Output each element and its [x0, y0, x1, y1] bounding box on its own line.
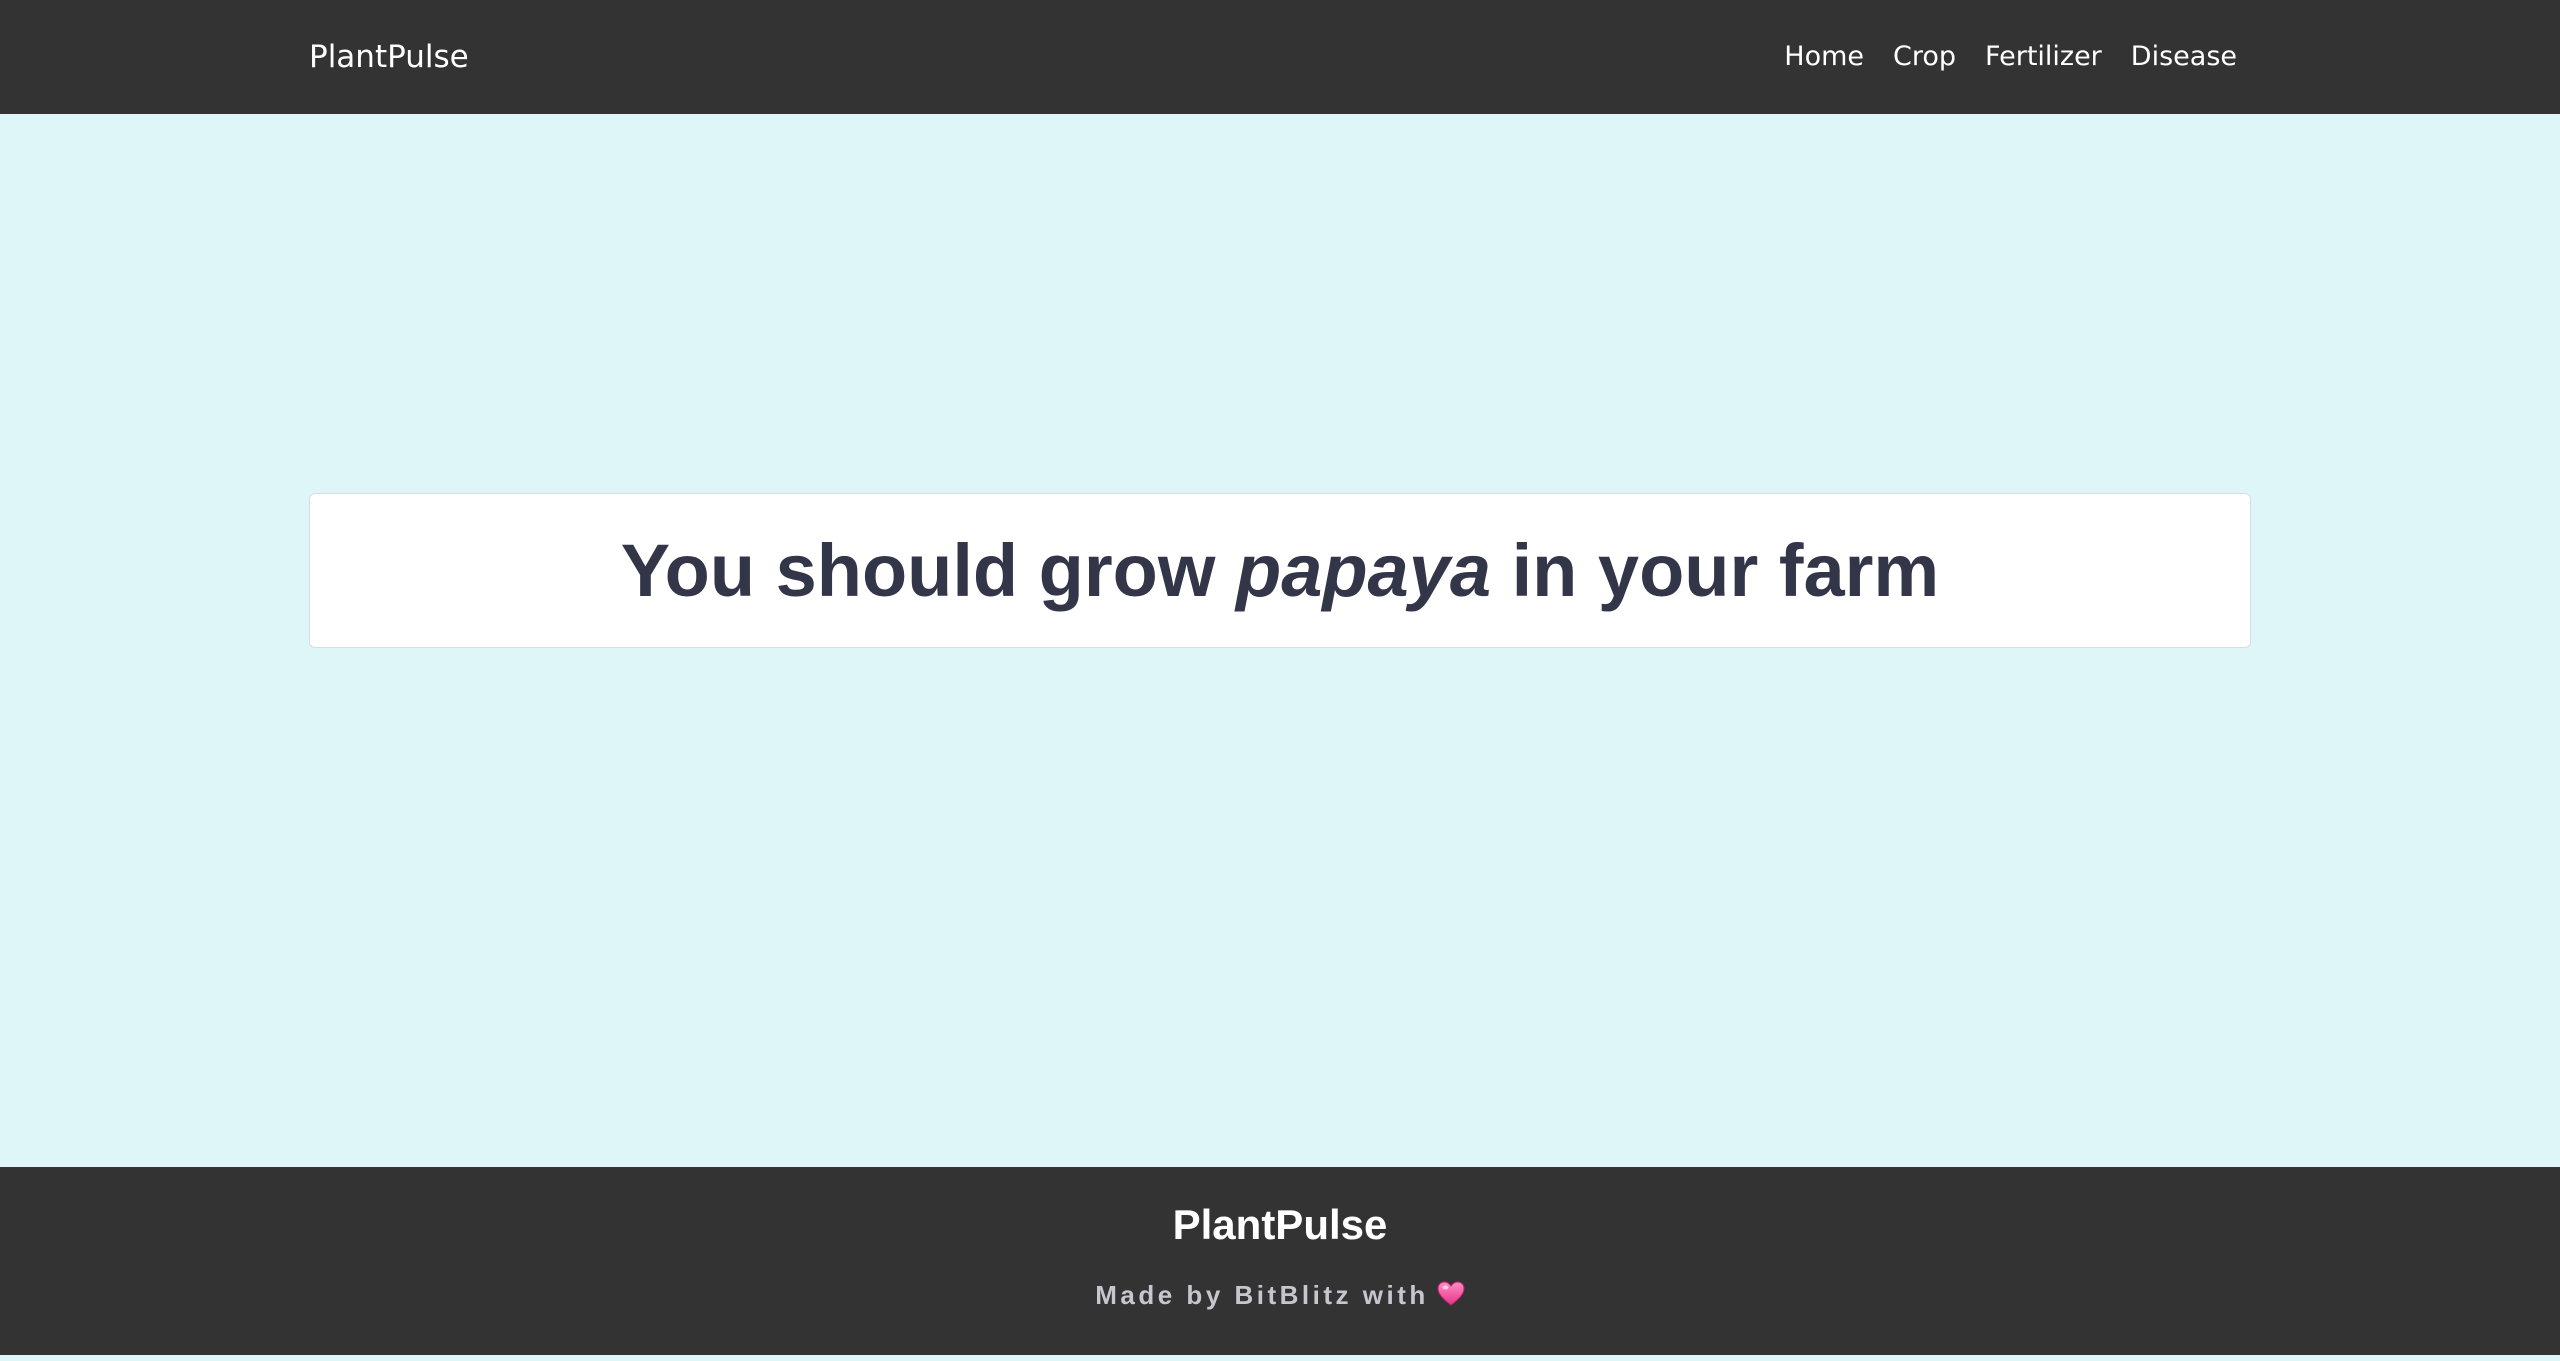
result-suffix: in your farm — [1491, 528, 1940, 612]
nav-links: Home Crop Fertilizer Disease — [1784, 34, 2237, 80]
footer: PlantPulse Made by BitBlitz with — [0, 1167, 2560, 1355]
nav-link-disease[interactable]: Disease — [2131, 34, 2237, 80]
footer-credit: Made by BitBlitz with — [0, 1281, 2560, 1308]
result-heading: You should grow papaya in your farm — [621, 533, 1939, 608]
result-prefix: You should grow — [620, 528, 1236, 612]
navbar: PlantPulse Home Crop Fertilizer Disease — [0, 0, 2560, 114]
nav-link-crop[interactable]: Crop — [1893, 34, 1956, 80]
footer-credit-text: Made by BitBlitz with — [1095, 1280, 1429, 1310]
crop-name: papaya — [1236, 528, 1492, 612]
nav-link-home[interactable]: Home — [1784, 34, 1864, 80]
result-card: You should grow papaya in your farm — [309, 493, 2251, 648]
heart-icon — [1437, 1281, 1465, 1307]
footer-brand: PlantPulse — [1172, 1201, 1388, 1248]
nav-link-fertilizer[interactable]: Fertilizer — [1985, 34, 2102, 80]
bottom-strip — [0, 1355, 2560, 1361]
brand-link[interactable]: PlantPulse — [309, 34, 469, 80]
